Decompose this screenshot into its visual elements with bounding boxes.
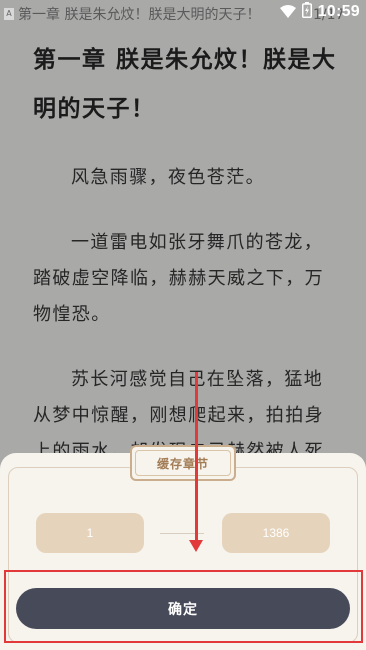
wifi-icon [279, 3, 296, 22]
reader-header-title: 第一章 朕是朱允炆！朕是大明的天子！ [18, 7, 261, 23]
status-right: 10:59 [279, 2, 360, 22]
chapter-paragraph: 风急雨骤，夜色苍茫。 [71, 167, 265, 188]
sheet-title-tab: 缓存章节 [130, 445, 236, 481]
sheet-title-tab-inner: 缓存章节 [135, 450, 231, 476]
end-chapter-input[interactable]: 1386 [222, 513, 330, 553]
sheet-title: 缓存章节 [156, 456, 209, 471]
battery-charging-icon [301, 2, 312, 22]
annotation-highlight-box [4, 570, 363, 643]
cache-chapters-sheet: 缓存章节 1 1386 确定 [0, 445, 366, 650]
annotation-arrow-line [195, 372, 198, 544]
status-time: 10:59 [317, 3, 360, 20]
app-notification-icon: A [4, 8, 14, 20]
start-chapter-input[interactable]: 1 [36, 513, 144, 553]
chapter-paragraph: 一道雷电如张牙舞爪的苍龙，踏破虚空降临，赫赫天威之下，万物惶恐。 [33, 232, 324, 325]
chapter-title: 第一章 朕是朱允炆！朕是大明的天子！ [33, 47, 337, 122]
status-left: A 第一章 朕是朱允炆！朕是大明的天子！ [4, 4, 260, 24]
status-bar: A 第一章 朕是朱允炆！朕是大明的天子！ 1/17 10:59 [0, 0, 366, 24]
annotation-arrow-head [189, 540, 203, 552]
